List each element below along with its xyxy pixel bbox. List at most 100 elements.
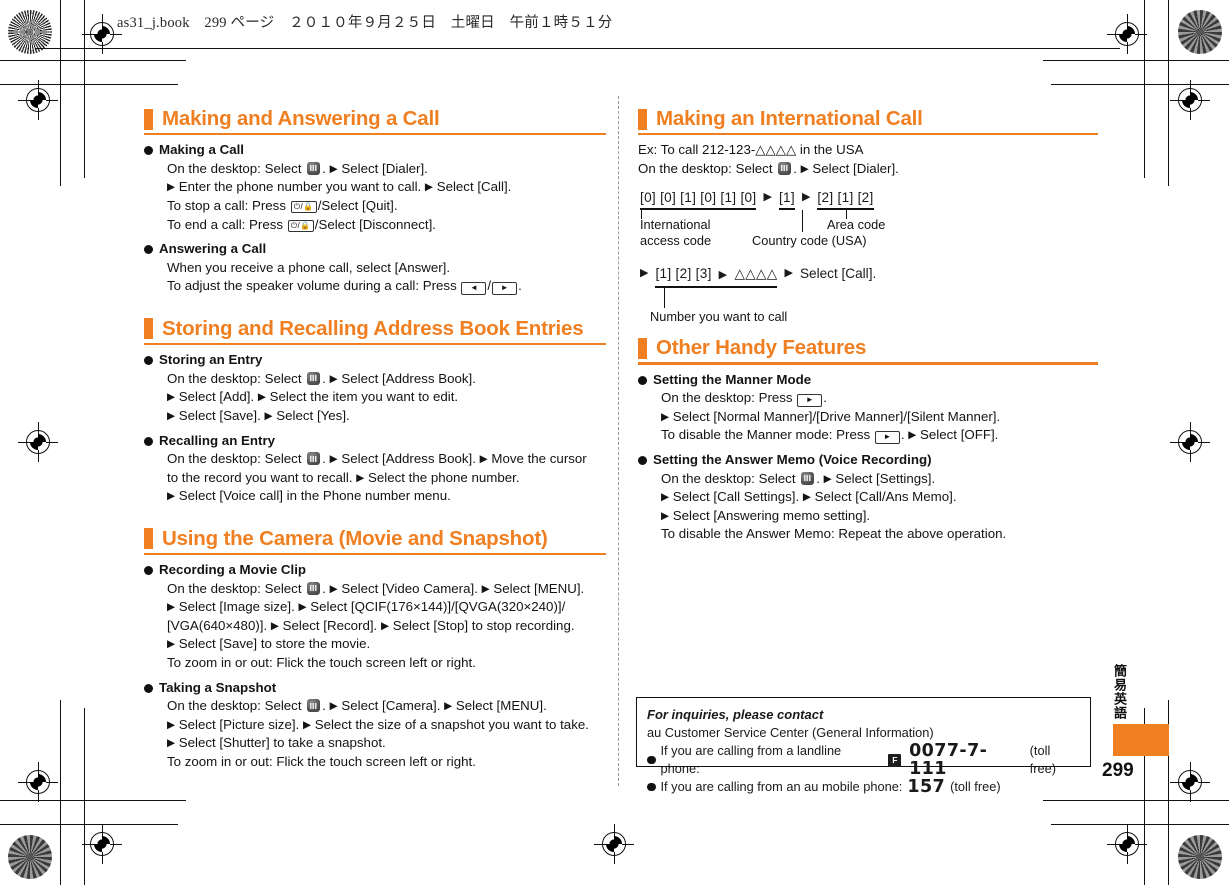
section-bar-icon [144, 318, 153, 340]
bullet-icon [144, 245, 153, 255]
instruction-line: [VGA(640×480)]. ▶ Select [Record]. ▶ Sel… [167, 617, 575, 633]
section: Making an International Call [638, 108, 1098, 136]
bullet-icon [638, 455, 647, 465]
section-rule [638, 362, 1098, 365]
instruction-line: To zoom in or out: Flick the touch scree… [167, 754, 476, 769]
instruction-line: On the desktop: Select . ▶ Select [Addre… [167, 451, 587, 467]
header-rule [35, 48, 1120, 49]
power-key-icon: ⏻/🔒 [290, 200, 317, 213]
bullet-icon [144, 146, 153, 156]
section-bar-icon [144, 528, 153, 550]
menu-key-icon [778, 161, 792, 175]
step-arrow-icon: ▶ [356, 471, 365, 484]
section-title: Other Handy Features [656, 336, 867, 360]
section-heading: Storing and Recalling Address Book Entri… [144, 316, 606, 340]
step-arrow-icon: ▶ [167, 737, 176, 750]
registration-mark-tr2 [1170, 80, 1210, 120]
section-rule [638, 133, 1098, 136]
side-tab-block [1113, 724, 1169, 756]
right-key-icon: ► [874, 431, 900, 445]
step-arrow-icon: ▶ [763, 191, 772, 204]
subscriber-digits: [1] [2] [3] [655, 266, 712, 282]
topic-title-text: Recalling an Entry [159, 432, 276, 448]
instruction-line: To disable the Manner mode: Press ►. ▶ S… [661, 427, 999, 445]
step-arrow-icon: ▶ [802, 491, 811, 504]
inquiry-phone-number: 0077-7-111 [909, 741, 988, 779]
section-heading: Making and Answering a Call [144, 108, 606, 130]
step-arrow-icon: ▶ [640, 267, 649, 280]
instruction-line: ▶ Select [Normal Manner]/[Drive Manner]/… [661, 408, 1001, 424]
step-arrow-icon: ▶ [264, 409, 273, 422]
step-arrow-icon: ▶ [908, 429, 917, 442]
topic-title: Recalling an Entry [144, 432, 606, 451]
bullet-icon [638, 375, 647, 385]
registration-mark-ml [18, 422, 58, 462]
side-tab-label: 簡易英語 [1112, 664, 1127, 720]
instruction-line: ▶ Select [Save]. ▶ Select [Yes]. [167, 407, 350, 423]
printed-page: as31_j.book 299 ページ ２０１０年９月２５日 土曜日 午前１時５… [0, 0, 1229, 885]
topic-title: Setting the Answer Memo (Voice Recording… [638, 451, 1098, 470]
section-heading: Other Handy Features [638, 337, 1098, 359]
dial-digits: [0] [0] [1] [0] [1] [0] [640, 190, 757, 206]
menu-key-icon [307, 371, 321, 385]
step-arrow-icon: ▶ [444, 700, 453, 713]
inquiry-row-text: If you are calling from a landline phone… [660, 743, 842, 776]
topic-title: Making a Call [144, 141, 606, 160]
menu-key-icon [307, 161, 321, 175]
step-arrow-icon: ▶ [329, 372, 338, 385]
topic-title-text: Storing an Entry [159, 352, 263, 368]
topic-group: Setting the Manner Mode On the desktop: P… [638, 371, 1098, 445]
inquiry-row: If you are calling from a landline phone… [647, 742, 1080, 778]
inquiry-note: (toll free) [950, 779, 1001, 794]
intro-lines: Ex: To call 212-123-△△△△ in the USA On th… [638, 141, 1098, 178]
instruction-line: To disable the Answer Memo: Repeat the a… [661, 526, 1007, 542]
topic-title: Taking a Snapshot [144, 679, 606, 698]
column-divider [618, 96, 619, 786]
section-title: Making and Answering a Call [162, 107, 440, 130]
topic-group: Setting the Answer Memo (Voice Recording… [638, 451, 1098, 544]
section-title: Storing and Recalling Address Book Entri… [162, 316, 584, 340]
step-arrow-icon: ▶ [329, 162, 338, 175]
international-access-code-label: International access code [640, 217, 712, 248]
book-header-line: as31_j.book 299 ページ ２０１０年９月２５日 土曜日 午前１時５… [117, 15, 613, 31]
step-arrow-icon: ▶ [329, 582, 338, 595]
section-rule [144, 133, 606, 136]
bullet-icon [144, 356, 153, 366]
registration-mark-br [1107, 824, 1147, 864]
page-number: 299 [1102, 760, 1134, 781]
step-arrow-icon: ▶ [481, 582, 490, 595]
called-number-group: [1] [2] [3] ▶ △△△△ [655, 265, 778, 288]
instruction-line: Ex: To call 212-123-△△△△ in the USA [638, 142, 864, 158]
section-bar-icon [638, 108, 647, 130]
step-arrow-icon: ▶ [823, 472, 832, 485]
power-key-icon: ⏻/🔒 [287, 219, 314, 232]
instruction-line: ▶ Select [Voice call] in the Phone numbe… [167, 488, 451, 504]
registration-mark-mr [1170, 422, 1210, 462]
topic-title-text: Making a Call [159, 142, 244, 158]
section-heading: Using the Camera (Movie and Snapshot) [144, 527, 606, 550]
print-control-star-top-right [1178, 10, 1222, 54]
instruction-line: ▶ Select [Add]. ▶ Select the item you wa… [167, 389, 459, 405]
topic-group: Answering a Call When you receive a phone… [144, 240, 606, 296]
free-dial-mark-icon: F [888, 753, 902, 767]
dial-digits: [2] [1] [2] [817, 190, 874, 206]
dial-diagram-tail: Select [Call]. [799, 266, 877, 282]
section-heading: Making an International Call [638, 108, 1098, 130]
instruction-line: On the desktop: Select . ▶ Select [Setti… [661, 470, 936, 486]
topic-group: Taking a Snapshot On the desktop: Select … [144, 679, 606, 772]
topic-title-text: Setting the Answer Memo (Voice Recording… [653, 451, 932, 467]
step-arrow-icon: ▶ [302, 718, 312, 731]
registration-mark-bl [82, 824, 122, 864]
inquiry-note: (toll free) [1029, 743, 1056, 776]
instruction-line: ▶ Select [Picture size]. ▶ Select the si… [167, 716, 589, 732]
instruction-line: To adjust the speaker volume during a ca… [167, 278, 522, 296]
instruction-line: ▶ Enter the phone number you want to cal… [167, 179, 512, 195]
bullet-icon [144, 436, 153, 446]
step-arrow-icon: ▶ [800, 162, 809, 175]
menu-key-icon [307, 452, 321, 466]
menu-key-icon [307, 581, 321, 595]
instruction-line: When you receive a phone call, select [A… [167, 259, 451, 275]
step-arrow-icon: ▶ [380, 619, 390, 632]
print-control-star-bottom-right [1178, 835, 1222, 879]
step-arrow-icon: ▶ [298, 601, 307, 614]
